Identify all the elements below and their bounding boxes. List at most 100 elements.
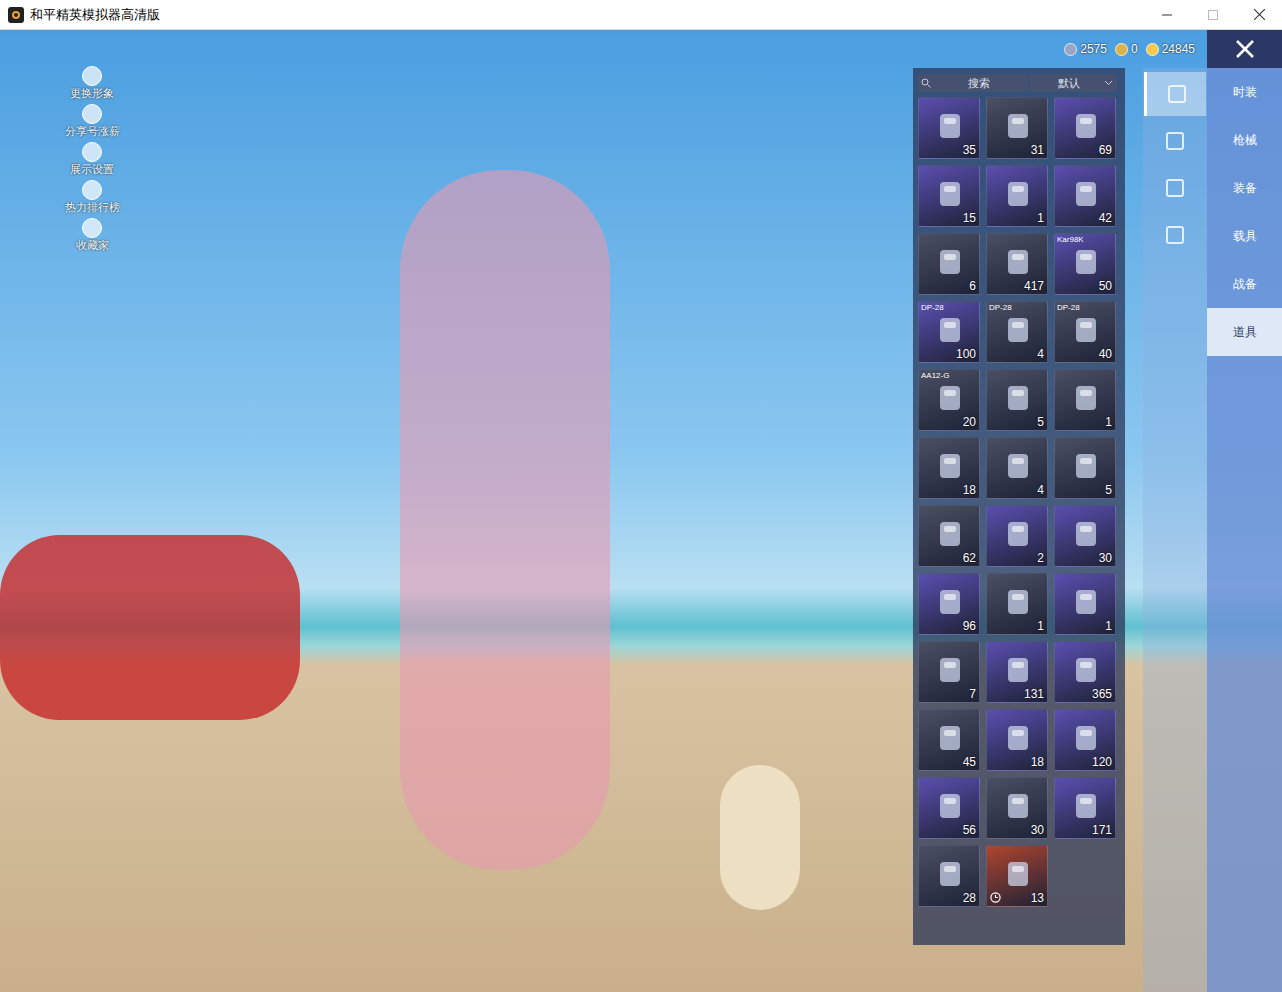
inventory-item[interactable]: 42: [1054, 165, 1116, 227]
category-tab[interactable]: 道具: [1207, 308, 1282, 356]
inventory-item[interactable]: 35: [918, 97, 980, 159]
icon-tab[interactable]: [1144, 166, 1206, 210]
window-title: 和平精英模拟器高清版: [30, 5, 160, 25]
pet-figure: [720, 765, 800, 910]
inventory-item[interactable]: 171: [1054, 777, 1116, 839]
icon-tab[interactable]: [1144, 72, 1206, 116]
item-icon: [1070, 450, 1102, 482]
close-icon: [1254, 9, 1265, 20]
side-menu-item[interactable]: 更换形象: [62, 66, 122, 100]
app-logo-icon: [8, 7, 24, 23]
inventory-item[interactable]: 7: [918, 641, 980, 703]
menu-icon: [82, 66, 102, 86]
tab-icon: [1166, 226, 1184, 244]
inventory-item[interactable]: 31: [986, 97, 1048, 159]
currency: 0: [1115, 40, 1138, 58]
inventory-item[interactable]: 30: [986, 777, 1048, 839]
item-icon: [1002, 654, 1034, 686]
item-icon: [1070, 110, 1102, 142]
item-count: 18: [1031, 755, 1044, 769]
inventory-item[interactable]: 96: [918, 573, 980, 635]
inventory-item[interactable]: DP-2840: [1054, 301, 1116, 363]
item-count: 45: [963, 755, 976, 769]
category-tab[interactable]: 载具: [1207, 212, 1282, 260]
icon-tab[interactable]: [1144, 213, 1206, 257]
inventory-item[interactable]: 56: [918, 777, 980, 839]
inventory-item[interactable]: 417: [986, 233, 1048, 295]
side-menu-item[interactable]: 展示设置: [62, 142, 122, 176]
inventory-item[interactable]: 120: [1054, 709, 1116, 771]
inventory-item[interactable]: 45: [918, 709, 980, 771]
category-tab[interactable]: 战备: [1207, 260, 1282, 308]
inventory-item[interactable]: 15: [918, 165, 980, 227]
item-icon: [1002, 790, 1034, 822]
icon-tab[interactable]: [1144, 119, 1206, 163]
side-menu-item[interactable]: 收藏家: [62, 218, 122, 252]
item-count: 20: [963, 415, 976, 429]
inventory-item[interactable]: 62: [918, 505, 980, 567]
item-count: 171: [1092, 823, 1112, 837]
item-icon: [934, 722, 966, 754]
inventory-item[interactable]: 28: [918, 845, 980, 907]
minimize-button[interactable]: [1144, 0, 1190, 30]
inventory-item[interactable]: 18: [986, 709, 1048, 771]
inventory-item[interactable]: DP-284: [986, 301, 1048, 363]
inventory-item[interactable]: 6: [918, 233, 980, 295]
item-icon: [934, 654, 966, 686]
item-icon: [934, 178, 966, 210]
inventory-item[interactable]: 4: [986, 437, 1048, 499]
inventory-item[interactable]: 5: [986, 369, 1048, 431]
maximize-button[interactable]: [1190, 0, 1236, 30]
item-icon: [934, 858, 966, 890]
tab-icon: [1166, 132, 1184, 150]
category-tab[interactable]: 时装: [1207, 68, 1282, 116]
inventory-item[interactable]: 13: [986, 845, 1048, 907]
item-count: 31: [1031, 143, 1044, 157]
item-icon: [934, 518, 966, 550]
item-count: 62: [963, 551, 976, 565]
minimize-icon: [1162, 10, 1172, 20]
item-icon: [1070, 790, 1102, 822]
inventory-item[interactable]: 69: [1054, 97, 1116, 159]
item-count: 5: [1105, 483, 1112, 497]
inventory-item[interactable]: 1: [986, 165, 1048, 227]
item-icon: [1002, 110, 1034, 142]
inventory-item[interactable]: 2: [986, 505, 1048, 567]
inventory-item[interactable]: 5: [1054, 437, 1116, 499]
inventory-item[interactable]: 131: [986, 641, 1048, 703]
item-icon: [934, 382, 966, 414]
coin-icon: [1146, 43, 1159, 56]
car-figure: [0, 535, 300, 720]
item-icon: [1002, 450, 1034, 482]
sort-dropdown[interactable]: 默认: [1030, 74, 1117, 92]
category-tab[interactable]: 装备: [1207, 164, 1282, 212]
item-count: 1: [1105, 415, 1112, 429]
category-column: 时装枪械装备载具战备道具: [1207, 30, 1282, 992]
inventory-item[interactable]: 365: [1054, 641, 1116, 703]
maximize-icon: [1208, 10, 1218, 20]
item-icon: [1070, 722, 1102, 754]
tab-icon: [1168, 85, 1186, 103]
inventory-item[interactable]: Kar98K50: [1054, 233, 1116, 295]
tab-icon: [1166, 179, 1184, 197]
inventory-item[interactable]: AA12-G20: [918, 369, 980, 431]
inventory-item[interactable]: 18: [918, 437, 980, 499]
search-field[interactable]: 搜索: [918, 74, 1028, 92]
category-tab[interactable]: 枪械: [1207, 116, 1282, 164]
inventory-item[interactable]: 1: [1054, 573, 1116, 635]
icon-tab-column: [1143, 68, 1207, 992]
inventory-item[interactable]: DP-28100: [918, 301, 980, 363]
inventory-item[interactable]: 1: [986, 573, 1048, 635]
inventory-item[interactable]: 1: [1054, 369, 1116, 431]
close-window-button[interactable]: [1236, 0, 1282, 30]
item-count: 50: [1099, 279, 1112, 293]
chevron-down-icon: [1104, 80, 1113, 86]
currency: 2575: [1064, 40, 1107, 58]
inventory-item[interactable]: 30: [1054, 505, 1116, 567]
close-panel-button[interactable]: [1207, 30, 1282, 68]
side-menu-item[interactable]: 热力排行榜: [62, 180, 122, 214]
menu-icon: [82, 218, 102, 238]
item-icon: [934, 790, 966, 822]
app-window: 和平精英模拟器高清版更换形象分享号涨薪展示设置热力排行榜收藏家257502484…: [0, 0, 1282, 992]
side-menu-item[interactable]: 分享号涨薪: [62, 104, 122, 138]
